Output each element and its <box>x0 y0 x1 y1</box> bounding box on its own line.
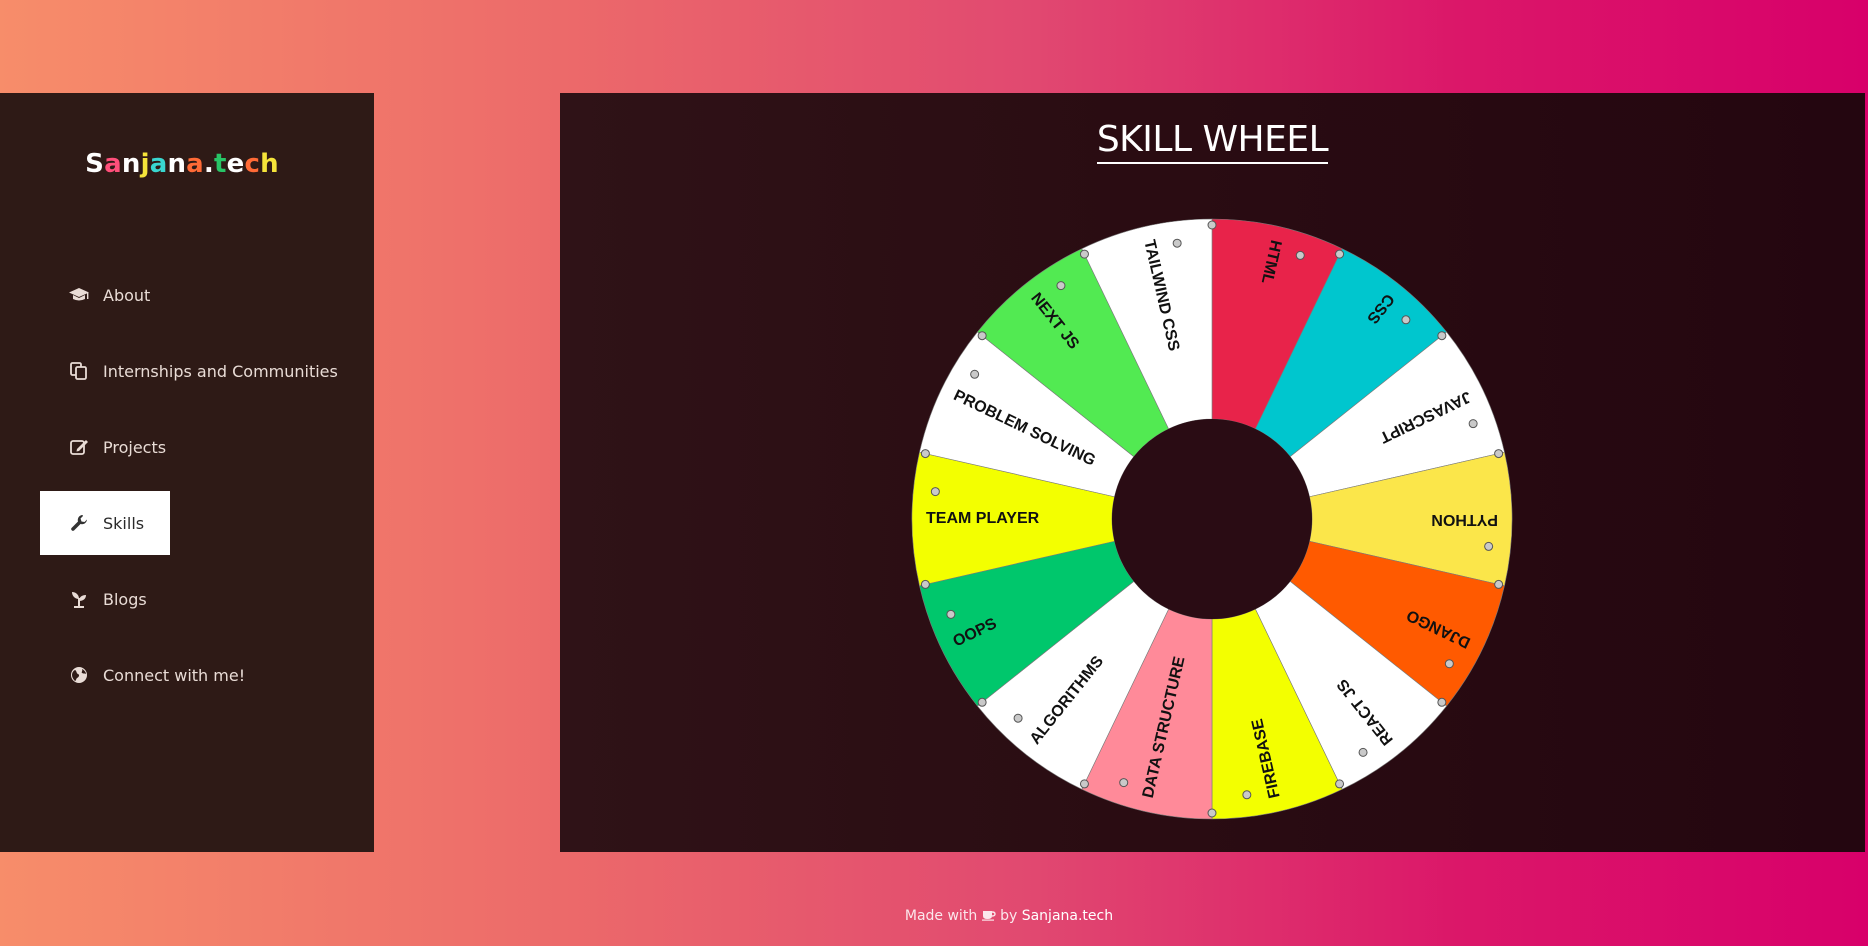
seedling-icon <box>68 588 90 610</box>
logo-letter: c <box>244 149 261 179</box>
nav-label: About <box>103 285 151 305</box>
nav-label: Blogs <box>103 589 147 609</box>
logo-letter: a <box>104 149 122 179</box>
nav-label: Projects <box>103 437 167 457</box>
nav-item-connect[interactable]: Connect with me! <box>40 643 271 707</box>
logo-letter: . <box>203 149 214 179</box>
wheel-peg <box>1444 659 1454 669</box>
wheel-peg <box>1494 579 1504 589</box>
edit-icon <box>68 436 90 458</box>
wheel-peg <box>1358 747 1368 757</box>
wheel-peg <box>977 697 987 707</box>
skill-wheel[interactable]: HTMLCSSJAVASCRIPTPYTHONDJANGOREACT JSFIR… <box>560 93 1865 852</box>
wheel-peg <box>1468 419 1478 429</box>
logo-letter: a <box>186 149 204 179</box>
wheel-peg <box>970 369 980 379</box>
logo-letter: e <box>226 149 245 179</box>
wheel-peg <box>1207 808 1217 818</box>
logo-letter: h <box>260 149 279 179</box>
site-logo[interactable]: Sanjana.tech <box>0 149 364 179</box>
nav-item-blogs[interactable]: Blogs <box>40 567 173 631</box>
wheel-peg <box>1079 779 1089 789</box>
footer-by: by <box>1000 908 1018 924</box>
wheel-peg <box>1437 331 1447 341</box>
wheel-peg <box>1242 790 1252 800</box>
copy-icon <box>68 360 90 382</box>
nav-label: Internships and Communities <box>103 361 338 381</box>
logo-letter: S <box>85 149 105 179</box>
logo-letter: a <box>149 149 168 179</box>
wheel-peg <box>1335 779 1345 789</box>
nav-item-about[interactable]: About <box>40 263 176 327</box>
wheel-peg <box>1172 238 1182 248</box>
wheel-peg <box>977 331 987 341</box>
wheel-peg <box>1335 249 1345 259</box>
wheel-segment-label: PYTHON <box>1431 511 1498 528</box>
wrench-icon <box>68 512 90 534</box>
wheel-peg <box>920 579 930 589</box>
wheel-center-hub[interactable] <box>1112 419 1312 619</box>
footer: Made with by Sanjana.tech <box>0 908 1868 924</box>
nav-label: Connect with me! <box>103 665 246 685</box>
wheel-peg <box>1401 315 1411 325</box>
wheel-peg <box>1295 250 1305 260</box>
nav-item-projects[interactable]: Projects <box>40 415 192 479</box>
graduation-cap-icon <box>68 284 90 306</box>
wheel-peg <box>1437 697 1447 707</box>
logo-letter: j <box>140 149 150 179</box>
coffee-icon <box>981 908 1000 924</box>
wheel-peg <box>1079 249 1089 259</box>
sidebar: Sanjana.tech About Internships and Commu… <box>0 93 374 852</box>
wheel-peg <box>1494 449 1504 459</box>
wheel-peg <box>1013 713 1023 723</box>
footer-brand-link[interactable]: Sanjana.tech <box>1022 908 1113 924</box>
footer-prefix: Made with <box>904 908 978 924</box>
nav-item-internships[interactable]: Internships and Communities <box>40 339 364 403</box>
wheel-peg <box>920 449 930 459</box>
wheel-segment-label: TEAM PLAYER <box>926 510 1040 527</box>
wheel-peg <box>946 609 956 619</box>
wheel-peg <box>1484 541 1494 551</box>
wheel-peg <box>1056 281 1066 291</box>
wheel-peg <box>1207 220 1217 230</box>
wheel-peg <box>930 487 940 497</box>
globe-icon <box>68 664 90 686</box>
nav-item-skills[interactable]: Skills <box>40 491 171 555</box>
logo-letter: n <box>167 149 187 179</box>
skill-wheel-panel: SKILL WHEEL HTML CSS JAVASCRIPT PYTHON DJANG… <box>560 93 1865 852</box>
logo-letter: t <box>214 149 227 179</box>
nav-label: Skills <box>103 513 145 533</box>
logo-letter: n <box>121 149 141 179</box>
wheel-peg <box>1119 778 1129 788</box>
